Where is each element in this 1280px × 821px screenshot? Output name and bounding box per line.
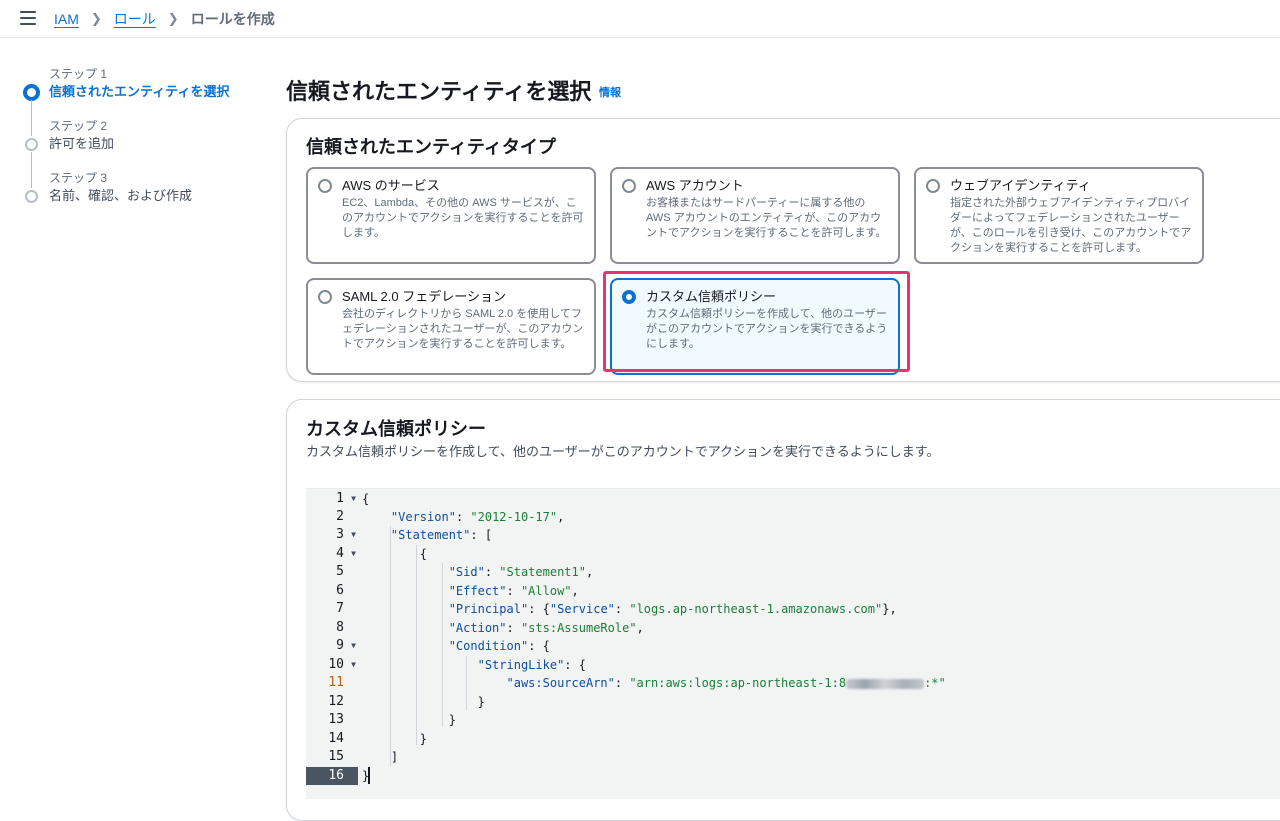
line-number: 7	[336, 601, 344, 616]
chevron-right-icon: ❯	[167, 11, 179, 26]
code-line-14: }	[419, 732, 428, 746]
line-number-gutter: 1 ▼ 2 3 ▼ 4 ▼ 5 6 7 8 9 ▼ 10 ▼ 11 12 13 14 15…	[306, 489, 358, 799]
option-description: 会社のディレクトリから SAML 2.0 を使用してフェデレーションされたユーザ…	[342, 308, 584, 350]
breadcrumb-roles[interactable]: ロール	[114, 9, 156, 29]
option-saml-federation[interactable]: SAML 2.0 フェデレーション 会社のディレクトリから SAML 2.0 を…	[306, 278, 596, 375]
breadcrumb-current: ロールを作成	[190, 11, 275, 27]
line-number: 4 ▼	[336, 546, 356, 561]
breadcrumb: IAM ❯ ロール ❯ ロールを作成	[54, 9, 275, 29]
wizard-steps: ステップ 1 信頼されたエンティティを選択 ステップ 2 許可を追加 ステップ …	[23, 66, 263, 222]
fold-arrow-icon: ▼	[351, 494, 356, 503]
code-line-15: ]	[390, 750, 399, 764]
line-number: 8	[336, 620, 344, 635]
step-number: ステップ 2	[49, 119, 108, 133]
option-description: お客様またはサードパーティーに属する他の AWS アカウントのエンティティが、こ…	[646, 197, 887, 239]
code-line-6: "Effect": "Allow",	[448, 584, 579, 598]
step-3: ステップ 3 名前、確認、および作成	[23, 170, 263, 222]
custom-policy-description: カスタム信頼ポリシーを作成して、他のユーザーがこのアカウントでアクションを実行で…	[306, 444, 940, 459]
line-number: 15	[328, 749, 344, 764]
step-2: ステップ 2 許可を追加	[23, 118, 263, 188]
code-line-12: }	[477, 695, 485, 709]
custom-policy-heading: カスタム信頼ポリシー	[306, 419, 486, 439]
fold-arrow-icon: ▼	[351, 530, 356, 539]
step-title: 許可を追加	[49, 136, 115, 151]
top-navigation-bar: IAM ❯ ロール ❯ ロールを作成	[0, 0, 1280, 38]
active-step-icon	[23, 84, 40, 101]
fold-arrow-icon: ▼	[351, 549, 356, 558]
step-number: ステップ 3	[49, 171, 108, 185]
text-cursor	[368, 767, 370, 784]
code-line-9: "Condition": {	[448, 639, 550, 653]
code-line-4: {	[419, 547, 428, 561]
option-web-identity[interactable]: ウェブアイデンティティ 指定された外部ウェブアイデンティティプロバイダーによって…	[914, 167, 1204, 264]
code-line-13: }	[448, 713, 456, 727]
radio-button[interactable]	[318, 179, 332, 193]
inactive-step-icon	[25, 190, 38, 203]
line-number: 6	[336, 583, 344, 598]
code-line-3: "Statement": [	[390, 528, 493, 542]
line-number: 10 ▼	[328, 657, 356, 672]
radio-button[interactable]	[926, 179, 940, 193]
info-link[interactable]: 情報	[599, 84, 621, 100]
step-title: 信頼されたエンティティを選択	[49, 84, 230, 99]
inactive-step-icon	[25, 138, 38, 151]
option-title: SAML 2.0 フェデレーション	[342, 289, 506, 304]
line-number: 5	[336, 564, 344, 579]
redacted-account-id	[846, 678, 925, 689]
option-title: AWS アカウント	[646, 178, 744, 193]
fold-arrow-icon: ▼	[351, 660, 356, 669]
code-line-10: "StringLike": {	[477, 658, 586, 672]
option-description: EC2、Lambda、その他の AWS サービスが、このアカウントでアクションを…	[342, 197, 584, 239]
code-line-7: "Principal": {"Service": "logs.ap-northe…	[448, 602, 897, 616]
line-number: 3 ▼	[336, 527, 356, 542]
page-title: 信頼されたエンティティを選択	[286, 79, 592, 104]
line-number-current: 16	[306, 767, 358, 785]
fold-arrow-icon: ▼	[351, 641, 356, 650]
code-line-8: "Action": "sts:AssumeRole",	[448, 621, 644, 635]
code-line-2: "Version": "2012-10-17",	[390, 510, 565, 524]
breadcrumb-iam[interactable]: IAM	[54, 11, 79, 27]
option-aws-service[interactable]: AWS のサービス EC2、Lambda、その他の AWS サービスが、このアカ…	[306, 167, 596, 264]
policy-code-editor[interactable]: 1 ▼ 2 3 ▼ 4 ▼ 5 6 7 8 9 ▼ 10 ▼ 11 12 13 14 15…	[306, 488, 1280, 799]
line-number: 14	[328, 731, 344, 746]
line-number: 13	[328, 712, 344, 727]
option-title: AWS のサービス	[342, 178, 440, 193]
option-aws-account[interactable]: AWS アカウント お客様またはサードパーティーに属する他の AWS アカウント…	[610, 167, 900, 264]
line-number: 1 ▼	[336, 491, 356, 506]
code-line-1: {	[362, 492, 370, 506]
custom-policy-panel: カスタム信頼ポリシー カスタム信頼ポリシーを作成して、他のユーザーがこのアカウン…	[286, 399, 1280, 821]
radio-button[interactable]	[318, 290, 332, 304]
line-number-warning: 11	[328, 675, 344, 690]
step-number: ステップ 1	[49, 67, 108, 81]
selection-highlight-box	[603, 271, 910, 372]
line-number: 12	[328, 694, 344, 709]
line-number: 2	[336, 509, 344, 524]
code-line-5: "Sid": "Statement1",	[448, 565, 594, 579]
option-title: ウェブアイデンティティ	[950, 178, 1091, 193]
step-1[interactable]: ステップ 1 信頼されたエンティティを選択	[23, 66, 263, 136]
menu-icon[interactable]	[20, 11, 36, 25]
chevron-right-icon: ❯	[90, 11, 102, 26]
line-number: 9 ▼	[336, 638, 356, 653]
code-line-11: "aws:SourceArn": "arn:aws:logs:ap-northe…	[506, 676, 946, 690]
option-description: 指定された外部ウェブアイデンティティプロバイダーによってフェデレーションされたユ…	[950, 197, 1192, 254]
step-title: 名前、確認、および作成	[49, 188, 193, 203]
radio-button[interactable]	[622, 179, 636, 193]
entity-type-heading: 信頼されたエンティティタイプ	[306, 137, 556, 157]
